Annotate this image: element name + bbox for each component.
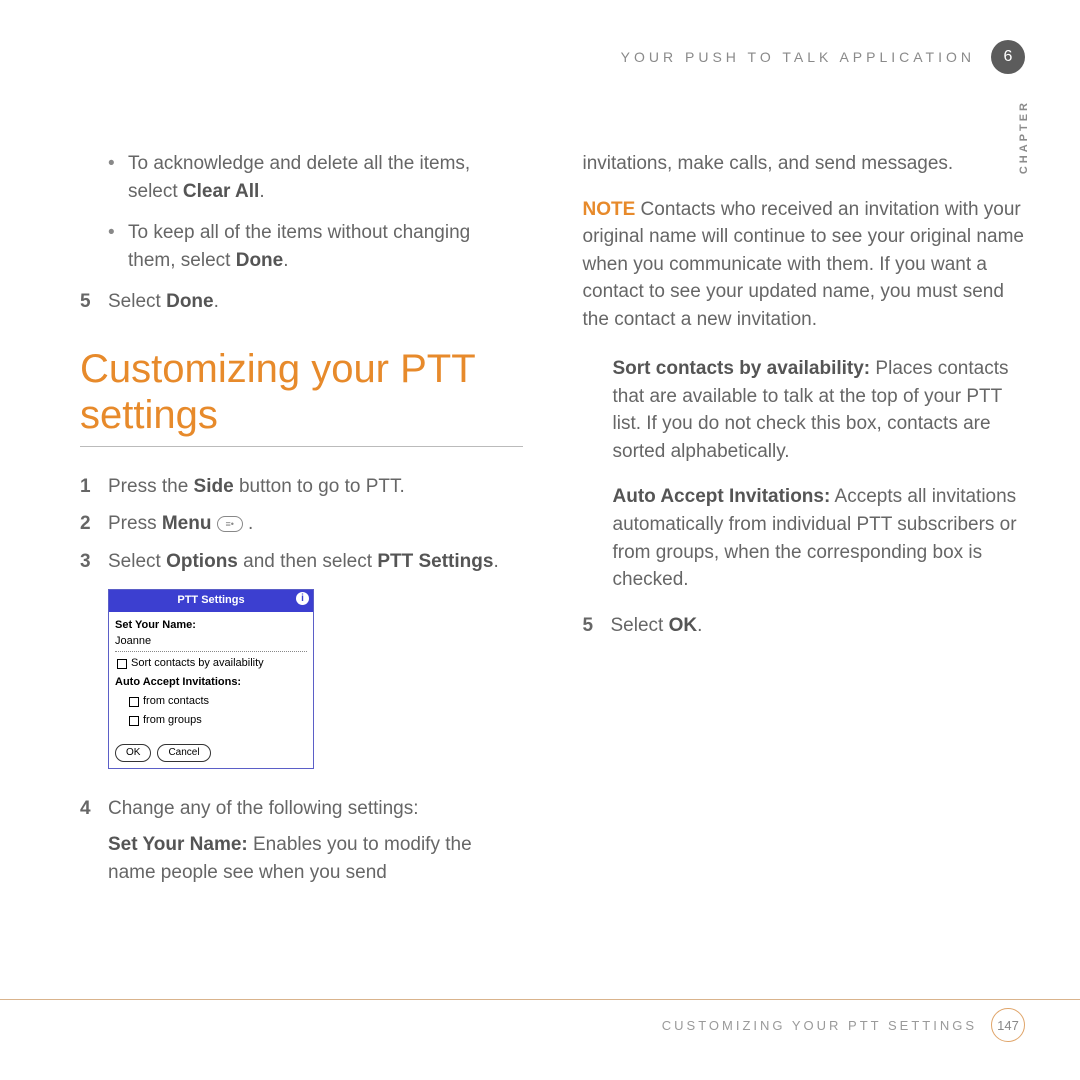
- footer-divider: [0, 999, 1080, 1000]
- footer-section: CUSTOMIZING YOUR PTT SETTINGS: [662, 1018, 977, 1033]
- step-number: 3: [80, 548, 94, 576]
- step-text: Change any of the following settings: Se…: [108, 795, 523, 886]
- sort-setting-desc: Sort contacts by availability: Places co…: [583, 355, 1026, 465]
- bold-text: Side: [194, 476, 234, 497]
- dialog-title: PTT Settings i: [109, 590, 313, 612]
- auto-setting-desc: Auto Accept Invitations: Accepts all inv…: [583, 483, 1026, 593]
- step-number: 5: [583, 612, 597, 640]
- note-label: NOTE: [583, 199, 636, 220]
- step-number: 5: [80, 288, 94, 316]
- text: .: [214, 291, 219, 312]
- from-contacts-checkbox-row[interactable]: from contacts: [129, 694, 307, 710]
- content-columns: To acknowledge and delete all the items,…: [80, 40, 1025, 896]
- left-column: To acknowledge and delete all the items,…: [80, 150, 523, 896]
- bold-text: Options: [166, 551, 238, 572]
- text: .: [697, 615, 702, 636]
- auto-accept-label: Auto Accept Invitations:: [115, 675, 307, 691]
- step-4: 4 Change any of the following settings: …: [80, 795, 523, 886]
- checkbox-label: Sort contacts by availability: [131, 656, 264, 672]
- manual-page: YOUR PUSH TO TALK APPLICATION 6 CHAPTER …: [0, 0, 1080, 1080]
- step-number: 1: [80, 473, 94, 501]
- name-field[interactable]: Joanne: [115, 634, 307, 652]
- bold-text: Clear All: [183, 181, 259, 202]
- chapter-label-vertical: CHAPTER: [1018, 100, 1030, 174]
- continuation-text: invitations, make calls, and send messag…: [583, 150, 1026, 178]
- footer: CUSTOMIZING YOUR PTT SETTINGS 147: [662, 1008, 1025, 1042]
- bold-text: OK: [669, 615, 698, 636]
- step-number: 4: [80, 795, 94, 886]
- text: Press: [108, 513, 162, 534]
- right-column: invitations, make calls, and send messag…: [583, 150, 1026, 896]
- section-heading: Customizing your PTT settings: [80, 346, 523, 438]
- name-label: Set Your Name:: [115, 618, 307, 634]
- running-header: YOUR PUSH TO TALK APPLICATION 6: [621, 40, 1025, 74]
- step-number: 2: [80, 510, 94, 538]
- checkbox-icon[interactable]: [129, 697, 139, 707]
- text: .: [283, 250, 288, 271]
- checkbox-label: from contacts: [143, 694, 209, 710]
- text: and then select: [238, 551, 377, 572]
- dialog-title-text: PTT Settings: [177, 594, 244, 606]
- from-groups-checkbox-row[interactable]: from groups: [129, 713, 307, 729]
- step-5-right: 5 Select OK.: [583, 612, 1026, 640]
- menu-icon: ≡•: [217, 516, 243, 532]
- bold-text: Set Your Name:: [108, 834, 248, 855]
- text: Press the: [108, 476, 194, 497]
- checkbox-icon[interactable]: [129, 716, 139, 726]
- checkbox-icon[interactable]: [117, 659, 127, 669]
- dialog-buttons: OK Cancel: [109, 738, 313, 769]
- ptt-settings-screenshot: PTT Settings i Set Your Name: Joanne Sor…: [108, 589, 314, 769]
- step-text: Press Menu ≡• .: [108, 510, 253, 538]
- setting-desc: Set Your Name: Enables you to modify the…: [108, 831, 523, 886]
- text: Select: [108, 291, 166, 312]
- step-1: 1 Press the Side button to go to PTT.: [80, 473, 523, 501]
- chapter-number-badge: 6: [991, 40, 1025, 74]
- bold-text: Auto Accept Invitations:: [613, 486, 831, 507]
- step-3: 3 Select Options and then select PTT Set…: [80, 548, 523, 576]
- heading-divider: [80, 446, 523, 447]
- text: Change any of the following settings:: [108, 795, 523, 823]
- dialog-body: Set Your Name: Joanne Sort contacts by a…: [109, 612, 313, 738]
- ok-button[interactable]: OK: [115, 744, 151, 763]
- text: .: [493, 551, 498, 572]
- bullet-item: To keep all of the items without changin…: [80, 219, 523, 274]
- page-number-badge: 147: [991, 1008, 1025, 1042]
- cancel-button[interactable]: Cancel: [157, 744, 210, 763]
- checkbox-label: from groups: [143, 713, 202, 729]
- step-text: Press the Side button to go to PTT.: [108, 473, 405, 501]
- step-text: Select Options and then select PTT Setti…: [108, 548, 499, 576]
- sort-checkbox-row[interactable]: Sort contacts by availability: [117, 656, 307, 672]
- text: To acknowledge and delete all the items,…: [128, 153, 470, 202]
- bold-text: Done: [236, 250, 284, 271]
- step-text: Select Done.: [108, 288, 219, 316]
- bold-text: Done: [166, 291, 214, 312]
- bold-text: PTT Settings: [377, 551, 493, 572]
- text: button to go to PTT.: [234, 476, 405, 497]
- bold-text: Menu: [162, 513, 212, 534]
- info-icon[interactable]: i: [296, 592, 309, 605]
- bold-text: Sort contacts by availability:: [613, 358, 871, 379]
- step-2: 2 Press Menu ≡• .: [80, 510, 523, 538]
- text: .: [243, 513, 254, 534]
- header-section: YOUR PUSH TO TALK APPLICATION: [621, 49, 975, 65]
- text: To keep all of the items without changin…: [128, 222, 470, 271]
- text: Select: [611, 615, 669, 636]
- bullet-list: To acknowledge and delete all the items,…: [80, 150, 523, 274]
- bullet-item: To acknowledge and delete all the items,…: [80, 150, 523, 205]
- note-text: Contacts who received an invitation with…: [583, 199, 1024, 330]
- note-paragraph: NOTE Contacts who received an invitation…: [583, 196, 1026, 334]
- text: .: [259, 181, 264, 202]
- text: Select: [108, 551, 166, 572]
- step-text: Select OK.: [611, 612, 703, 640]
- step-5: 5 Select Done.: [80, 288, 523, 316]
